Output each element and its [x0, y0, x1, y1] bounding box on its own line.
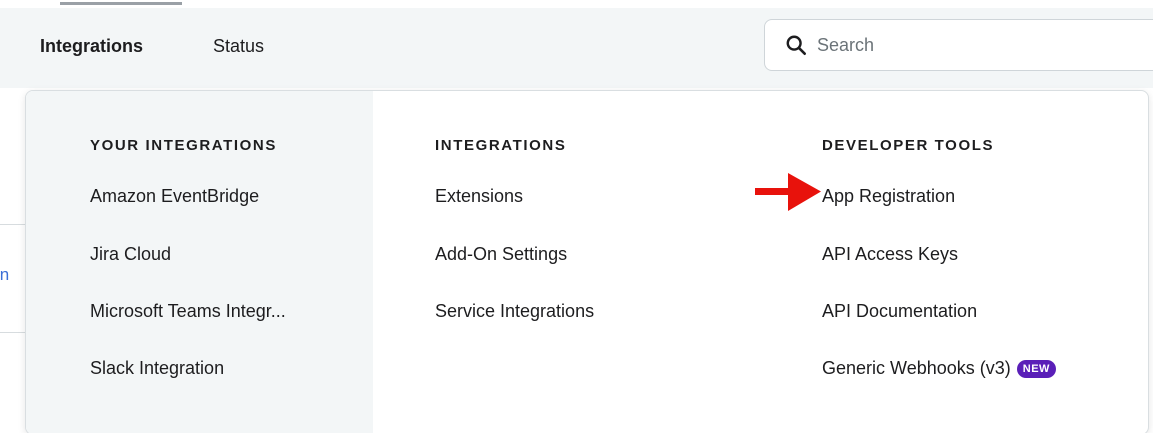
menu-item-api-documentation[interactable]: API Documentation — [822, 301, 977, 322]
menu-item-add-on-settings[interactable]: Add-On Settings — [435, 244, 567, 265]
menu-item-generic-webhooks[interactable]: Generic Webhooks (v3) NEW — [822, 358, 1056, 379]
search-icon — [786, 35, 806, 55]
search-box[interactable] — [764, 19, 1153, 71]
menu-item-app-registration[interactable]: App Registration — [822, 186, 955, 207]
menu-item-slack-integration[interactable]: Slack Integration — [90, 358, 224, 379]
new-badge: NEW — [1016, 360, 1056, 378]
heading-developer-tools: DEVELOPER TOOLS — [822, 137, 995, 154]
menu-item-extensions[interactable]: Extensions — [435, 186, 523, 207]
menu-item-service-integrations[interactable]: Service Integrations — [435, 301, 594, 322]
heading-integrations: INTEGRATIONS — [435, 137, 567, 154]
heading-your-integrations: YOUR INTEGRATIONS — [90, 137, 277, 154]
clipped-header-remnant — [0, 0, 1153, 8]
menu-item-jira-cloud[interactable]: Jira Cloud — [90, 244, 171, 265]
nav-tab-status[interactable]: Status — [213, 36, 264, 57]
top-navbar: Integrations Status — [0, 8, 1153, 88]
search-input[interactable] — [817, 30, 1137, 60]
red-arrow-icon — [755, 173, 821, 211]
menu-item-amazon-eventbridge[interactable]: Amazon EventBridge — [90, 186, 259, 207]
page: Integrations Status in YOUR INTEGRATIONS… — [0, 0, 1153, 433]
menu-item-microsoft-teams[interactable]: Microsoft Teams Integr... — [90, 301, 286, 322]
generic-webhooks-label: Generic Webhooks (v3) — [822, 358, 1011, 378]
background-partial-link[interactable]: in — [0, 265, 26, 285]
nav-tab-integrations[interactable]: Integrations — [40, 36, 143, 57]
integrations-dropdown-menu: YOUR INTEGRATIONS Amazon EventBridge Jir… — [25, 90, 1149, 433]
menu-item-api-access-keys[interactable]: API Access Keys — [822, 244, 958, 265]
clipped-underline — [60, 2, 182, 5]
